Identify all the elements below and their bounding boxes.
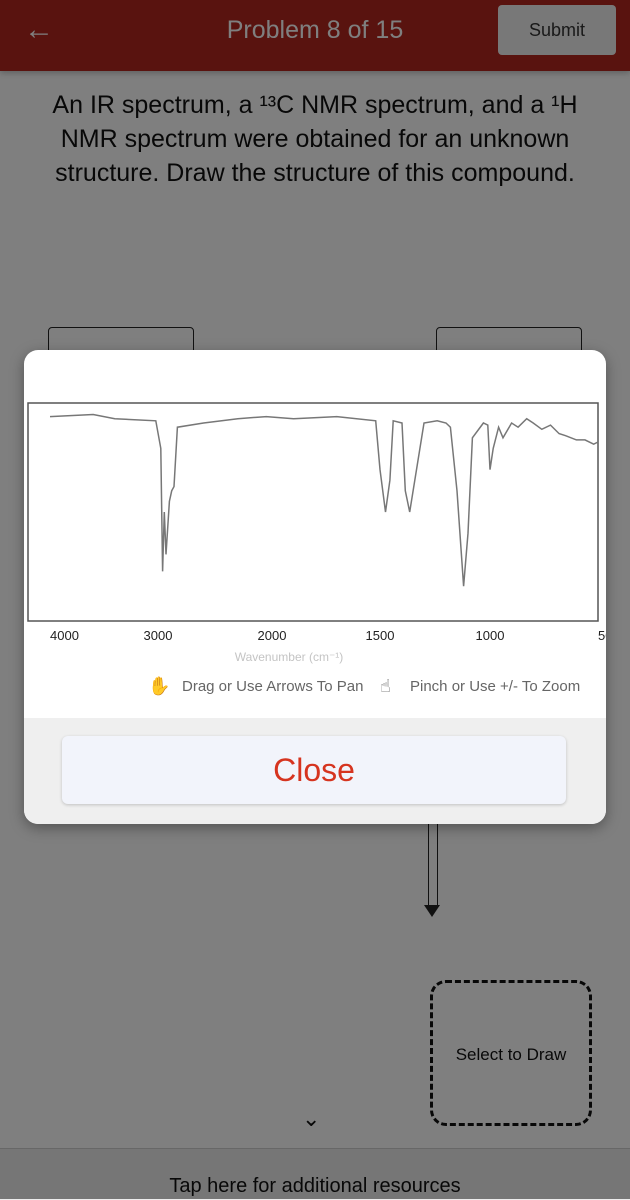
hand-icon: ✋ <box>148 676 171 696</box>
x-tick-label: 1500 <box>366 628 395 643</box>
x-tick-label: 1000 <box>476 628 505 643</box>
spectrum-modal: 4000 3000 2000 1500 1000 500 Wavenumber (cm⁻¹… <box>24 350 606 824</box>
x-tick-label: 4000 <box>50 628 79 643</box>
pan-hint: Drag or Use Arrows To Pan <box>182 678 364 695</box>
x-axis-label: Wavenumber (cm⁻¹) <box>235 650 344 664</box>
zoom-hint: Pinch or Use +/- To Zoom <box>410 678 581 695</box>
x-tick-label: 3000 <box>144 628 173 643</box>
pinch-icon: ☝ <box>380 676 391 696</box>
hint-row: ✋ Drag or Use Arrows To Pan ☝ Pinch or U… <box>24 676 606 700</box>
chart-frame <box>27 402 599 622</box>
close-button[interactable]: Close <box>62 736 566 804</box>
x-tick-label: 500 <box>598 628 606 643</box>
ir-spectrum-chart[interactable]: 4000 3000 2000 1500 1000 500 Wavenumber (cm⁻¹… <box>24 350 606 670</box>
x-tick-label: 2000 <box>258 628 287 643</box>
modal-footer: Close <box>24 718 606 824</box>
